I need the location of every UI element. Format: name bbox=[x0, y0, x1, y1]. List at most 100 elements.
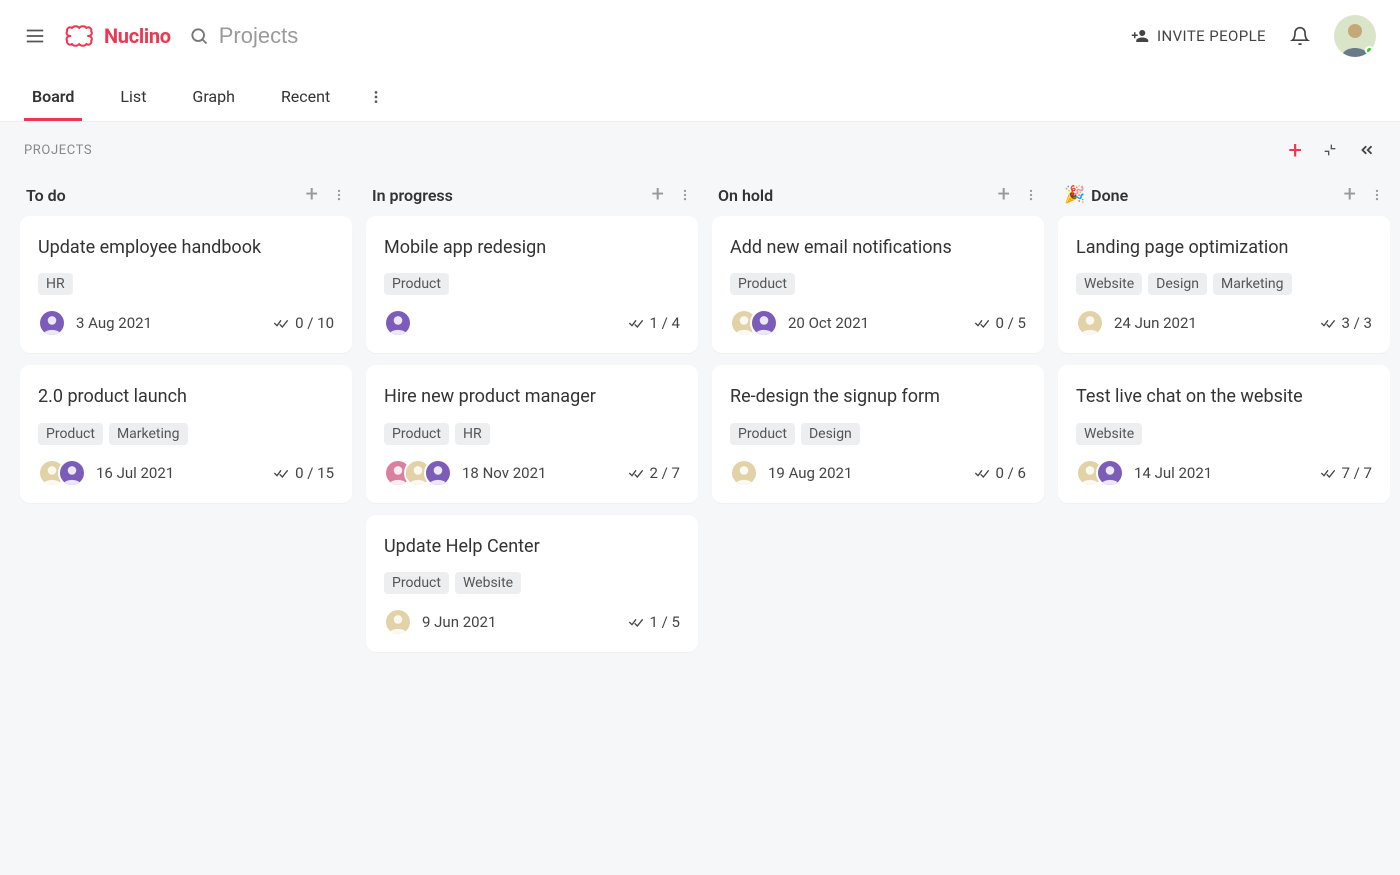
tab-graph[interactable]: Graph bbox=[184, 73, 243, 121]
card-avatars bbox=[1076, 309, 1104, 337]
tag[interactable]: Design bbox=[801, 423, 860, 445]
board-card[interactable]: Mobile app redesignProduct1 / 4 bbox=[366, 216, 698, 353]
card-footer: 1 / 4 bbox=[384, 309, 680, 337]
tag[interactable]: Product bbox=[38, 423, 103, 445]
card-date: 19 Aug 2021 bbox=[768, 464, 852, 482]
tag[interactable]: Design bbox=[1148, 273, 1207, 295]
board-card[interactable]: Landing page optimizationWebsiteDesignMa… bbox=[1058, 216, 1390, 353]
search-icon[interactable] bbox=[189, 26, 209, 46]
column-header: To do + bbox=[20, 180, 352, 216]
card-progress: 0 / 15 bbox=[273, 464, 334, 482]
tag[interactable]: HR bbox=[38, 273, 73, 295]
card-tags: Website Design Marketing bbox=[1076, 273, 1372, 295]
column-add-button[interactable]: + bbox=[1344, 184, 1356, 206]
column-add-button[interactable]: + bbox=[998, 184, 1010, 206]
progress-text: 0 / 10 bbox=[295, 314, 334, 332]
column-header: In progress + bbox=[366, 180, 698, 216]
notifications-icon[interactable] bbox=[1290, 26, 1310, 46]
tag[interactable]: Marketing bbox=[109, 423, 188, 445]
board-card[interactable]: 2.0 product launchProductMarketing16 Jul… bbox=[20, 365, 352, 502]
card-progress: 1 / 5 bbox=[628, 613, 681, 631]
card-avatars bbox=[730, 459, 758, 487]
brand-name: Nuclino bbox=[104, 24, 171, 48]
search-wrap bbox=[189, 23, 1113, 49]
board-card[interactable]: Re-design the signup formProductDesign19… bbox=[712, 365, 1044, 502]
board-column: 🎉Done+Landing page optimizationWebsiteDe… bbox=[1058, 180, 1390, 515]
card-title: Update employee handbook bbox=[38, 236, 334, 259]
card-progress: 3 / 3 bbox=[1320, 314, 1373, 332]
card-meta-left: 18 Nov 2021 bbox=[384, 459, 546, 487]
card-date: 9 Jun 2021 bbox=[422, 613, 496, 631]
column-add-button[interactable]: + bbox=[306, 184, 318, 206]
search-input[interactable] bbox=[219, 23, 519, 49]
brand-logo[interactable]: Nuclino bbox=[64, 24, 171, 48]
card-meta-left: 20 Oct 2021 bbox=[730, 309, 869, 337]
column-actions: + bbox=[652, 184, 692, 206]
avatar[interactable] bbox=[38, 309, 66, 337]
column-title-text: Done bbox=[1091, 186, 1128, 205]
tag[interactable]: Product bbox=[384, 273, 449, 295]
avatar[interactable] bbox=[384, 309, 412, 337]
avatar[interactable] bbox=[730, 459, 758, 487]
tab-board[interactable]: Board bbox=[24, 73, 82, 121]
tag[interactable]: Product bbox=[730, 423, 795, 445]
add-item-button[interactable]: + bbox=[1288, 138, 1302, 162]
board-card[interactable]: Add new email notificationsProduct20 Oct… bbox=[712, 216, 1044, 353]
checklist-icon bbox=[273, 315, 289, 331]
board-card[interactable]: Update Help CenterProductWebsite9 Jun 20… bbox=[366, 515, 698, 652]
board-columns: To do + Update employee handbook HR 3 Aug 20… bbox=[0, 170, 1400, 674]
avatar[interactable] bbox=[750, 309, 778, 337]
checklist-icon bbox=[273, 465, 289, 481]
column-more-icon[interactable] bbox=[332, 188, 346, 202]
column-title[interactable]: In progress bbox=[372, 186, 453, 205]
tag[interactable]: Website bbox=[455, 572, 521, 594]
tag[interactable]: Product bbox=[384, 423, 449, 445]
board-column: In progress+Mobile app redesignProduct1 … bbox=[366, 180, 698, 664]
collapse-icon[interactable] bbox=[1322, 142, 1338, 158]
board-card[interactable]: Update employee handbook HR 3 Aug 2021 0 / … bbox=[20, 216, 352, 353]
column-title[interactable]: 🎉Done bbox=[1064, 185, 1128, 205]
column-more-icon[interactable] bbox=[678, 188, 692, 202]
tag[interactable]: Website bbox=[1076, 273, 1142, 295]
column-add-button[interactable]: + bbox=[652, 184, 664, 206]
current-user-avatar[interactable] bbox=[1334, 15, 1376, 57]
column-title[interactable]: On hold bbox=[718, 186, 773, 205]
checklist-icon bbox=[628, 465, 644, 481]
collapse-panel-icon[interactable] bbox=[1358, 141, 1376, 159]
card-date: 18 Nov 2021 bbox=[462, 464, 546, 482]
app-header: Nuclino INVITE PEOPLE bbox=[0, 0, 1400, 72]
card-progress: 0 / 5 bbox=[974, 314, 1027, 332]
tag[interactable]: HR bbox=[455, 423, 490, 445]
card-meta-left: 14 Jul 2021 bbox=[1076, 459, 1212, 487]
column-title-text: In progress bbox=[372, 186, 453, 205]
avatar[interactable] bbox=[424, 459, 452, 487]
card-progress: 0 / 10 bbox=[273, 314, 334, 332]
board-header: PROJECTS + bbox=[0, 122, 1400, 170]
card-progress: 1 / 4 bbox=[628, 314, 681, 332]
board-card[interactable]: Hire new product managerProductHR18 Nov … bbox=[366, 365, 698, 502]
tab-recent[interactable]: Recent bbox=[273, 73, 338, 121]
board-card[interactable]: Test live chat on the websiteWebsite14 J… bbox=[1058, 365, 1390, 502]
tag[interactable]: Website bbox=[1076, 423, 1142, 445]
column-more-icon[interactable] bbox=[1370, 188, 1384, 202]
card-footer: 20 Oct 2021 0 / 5 bbox=[730, 309, 1026, 337]
card-footer: 14 Jul 20217 / 7 bbox=[1076, 459, 1372, 487]
column-header: 🎉Done + bbox=[1058, 180, 1390, 216]
invite-people-button[interactable]: INVITE PEOPLE bbox=[1131, 27, 1266, 45]
card-meta-left: 24 Jun 2021 bbox=[1076, 309, 1197, 337]
hamburger-menu-icon[interactable] bbox=[24, 25, 46, 47]
column-more-icon[interactable] bbox=[1024, 188, 1038, 202]
card-tags: Product Website bbox=[384, 572, 680, 594]
tabs-more-icon[interactable] bbox=[368, 89, 384, 105]
avatar[interactable] bbox=[1096, 459, 1124, 487]
tag[interactable]: Marketing bbox=[1213, 273, 1292, 295]
avatar[interactable] bbox=[1076, 309, 1104, 337]
tab-list[interactable]: List bbox=[112, 73, 154, 121]
tag[interactable]: Product bbox=[730, 273, 795, 295]
avatar[interactable] bbox=[384, 608, 412, 636]
tag[interactable]: Product bbox=[384, 572, 449, 594]
column-title[interactable]: To do bbox=[26, 186, 66, 205]
card-date: 3 Aug 2021 bbox=[76, 314, 152, 332]
card-tags: Product bbox=[384, 273, 680, 295]
avatar[interactable] bbox=[58, 459, 86, 487]
